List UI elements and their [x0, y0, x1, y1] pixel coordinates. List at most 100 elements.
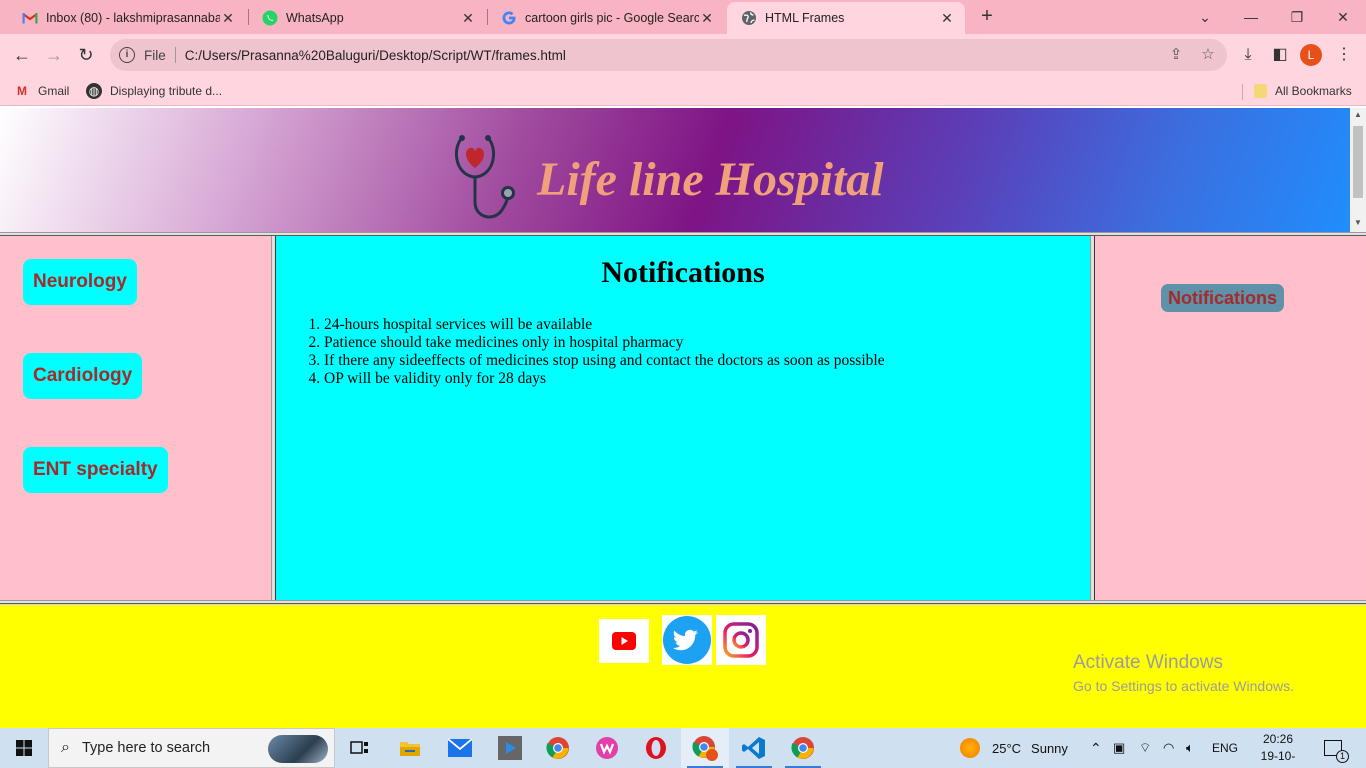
weather-condition: Sunny	[1031, 740, 1068, 756]
windows-taskbar: ⌕ Type here to search 25°C Sunny ⌃ ▣ ⌔ ◠…	[0, 728, 1366, 768]
media-player-icon[interactable]	[486, 728, 534, 768]
browser-toolbar: ← → ↻ i File C:/Users/Prasanna%20Balugur…	[0, 34, 1366, 76]
bookmark-label: Displaying tribute d...	[110, 84, 223, 98]
tab-title: WhatsApp	[286, 11, 344, 25]
site-title: Life line Hospital	[537, 153, 884, 206]
bookmarks-bar: M Gmail ◍ Displaying tribute d... All Bo…	[0, 76, 1366, 106]
frame-divider[interactable]	[0, 600, 1366, 604]
tab-strip: Inbox (80) - lakshmiprasannabal ✕ WhatsA…	[0, 0, 1366, 34]
tray-chevron-icon[interactable]: ⌃	[1090, 728, 1102, 768]
menu-kebab-icon[interactable]: ⋮	[1330, 41, 1358, 69]
windows-start-icon[interactable]	[0, 728, 48, 768]
gmail-icon	[22, 13, 38, 24]
scroll-up-icon[interactable]: ▲	[1350, 110, 1366, 119]
opera-icon[interactable]	[632, 728, 680, 768]
clock[interactable]: 20:26 19-10-2023	[1248, 731, 1308, 768]
tab-title: cartoon girls pic - Google Search	[525, 11, 699, 25]
cardiology-link[interactable]: Cardiology	[23, 353, 143, 399]
close-icon[interactable]: ✕	[939, 10, 955, 27]
watermark-title: Activate Windows	[1073, 652, 1223, 673]
tab-title: HTML Frames	[765, 11, 845, 25]
search-highlight-image	[268, 735, 328, 763]
globe-icon: ◍	[86, 83, 102, 99]
language-indicator[interactable]: ENG	[1212, 728, 1238, 768]
bookmark-tribute[interactable]: ◍ Displaying tribute d...	[86, 82, 222, 100]
scheme-label: File	[144, 47, 166, 63]
google-icon	[502, 11, 516, 25]
tab-gmail[interactable]: Inbox (80) - lakshmiprasannabal ✕	[8, 2, 246, 34]
activate-windows-watermark: Activate Windows Go to Settings to activ…	[1073, 652, 1294, 694]
globe-icon	[742, 11, 756, 25]
folder-icon	[1254, 84, 1267, 98]
info-icon[interactable]: i	[119, 47, 135, 63]
close-icon[interactable]: ✕	[220, 10, 236, 27]
weather-temp: 25°C	[992, 740, 1022, 756]
list-item: OP will be validity only for 28 days	[324, 370, 885, 388]
minimize-button[interactable]: —	[1228, 4, 1274, 30]
page-content: Life line Hospital ▲ ▼ Neurology Cardiol…	[0, 108, 1366, 728]
wifi-icon[interactable]: ⌔	[1139, 728, 1151, 768]
close-icon[interactable]: ✕	[699, 10, 715, 27]
tray-app-icon[interactable]: ▣	[1113, 728, 1125, 768]
side-panel-icon[interactable]: ◧	[1266, 41, 1294, 69]
reload-icon[interactable]: ↻	[72, 41, 100, 69]
tab-google-search[interactable]: cartoon girls pic - Google Search ✕	[487, 2, 725, 34]
right-frame: Notifications	[1095, 236, 1366, 600]
volume-icon[interactable]: 🔈︎	[1186, 728, 1194, 768]
all-bookmarks[interactable]: All Bookmarks	[1254, 82, 1352, 100]
youtube-icon[interactable]	[599, 619, 649, 663]
list-item: If there any sideeffects of medicines st…	[324, 352, 885, 370]
sun-icon	[960, 738, 980, 758]
taskbar-search[interactable]: ⌕ Type here to search	[48, 728, 335, 768]
restore-button[interactable]: ❐	[1274, 4, 1320, 30]
chrome-icon[interactable]	[779, 728, 827, 768]
weather-widget[interactable]: 25°C Sunny	[960, 728, 1068, 768]
url-text[interactable]: C:/Users/Prasanna%20Baluguri/Desktop/Scr…	[185, 48, 566, 63]
tab-whatsapp[interactable]: WhatsApp ✕	[248, 2, 486, 34]
list-item: 24-hours hospital services will be avail…	[324, 316, 885, 334]
profile-avatar[interactable]: L	[1300, 44, 1322, 66]
departments-frame: Neurology Cardiology ENT specialty	[0, 236, 271, 600]
twitter-icon[interactable]	[662, 615, 712, 665]
instagram-icon[interactable]	[716, 615, 766, 665]
search-icon: ⌕	[61, 739, 70, 756]
whatsapp-icon	[262, 10, 278, 26]
window-close-button[interactable]: ✕	[1320, 4, 1366, 30]
divider	[174, 47, 176, 63]
page-title: Notifications	[601, 256, 765, 289]
notification-center-icon[interactable]: 1	[1324, 728, 1349, 768]
download-icon[interactable]: ⤓	[1234, 41, 1262, 69]
gmail-icon: M	[17, 84, 27, 98]
bookmark-label: Gmail	[38, 84, 70, 98]
vscode-icon[interactable]	[730, 728, 778, 768]
network-icon[interactable]: ◠	[1163, 728, 1174, 768]
star-icon[interactable]: ☆	[1194, 39, 1222, 71]
clock-date: 19-10-2023	[1260, 749, 1296, 768]
neurology-link[interactable]: Neurology	[23, 259, 137, 305]
back-arrow-icon[interactable]: ←	[8, 41, 36, 69]
wps-office-icon[interactable]	[583, 728, 631, 768]
share-icon[interactable]: ⇪	[1162, 39, 1190, 71]
bookmark-gmail[interactable]: M Gmail	[14, 82, 69, 100]
scrollbar[interactable]: ▲ ▼	[1350, 108, 1366, 232]
notifications-frame: Notifications 24-hours hospital services…	[276, 236, 1090, 600]
ent-specialty-link[interactable]: ENT specialty	[23, 447, 168, 493]
close-icon[interactable]: ✕	[460, 10, 476, 27]
chrome-icon[interactable]	[534, 728, 582, 768]
scroll-thumb[interactable]	[1353, 126, 1363, 198]
tab-search-chevron-icon[interactable]: ⌄	[1182, 4, 1228, 30]
notification-list: 24-hours hospital services will be avail…	[324, 316, 885, 388]
chrome-profile-icon[interactable]	[681, 728, 729, 768]
tab-html-frames[interactable]: HTML Frames ✕	[727, 2, 965, 34]
notifications-link[interactable]: Notifications	[1161, 284, 1285, 312]
task-view-icon[interactable]	[336, 728, 384, 768]
clock-time: 20:26	[1262, 732, 1294, 746]
bookmark-label: All Bookmarks	[1275, 84, 1352, 98]
address-bar[interactable]: i File C:/Users/Prasanna%20Baluguri/Desk…	[110, 39, 1227, 71]
tab-title: Inbox (80) - lakshmiprasannabal	[46, 11, 220, 25]
file-explorer-icon[interactable]	[386, 728, 434, 768]
forward-arrow-icon[interactable]: →	[40, 41, 68, 69]
new-tab-button[interactable]: +	[975, 5, 999, 29]
scroll-down-icon[interactable]: ▼	[1350, 218, 1366, 227]
mail-icon[interactable]	[436, 728, 484, 768]
